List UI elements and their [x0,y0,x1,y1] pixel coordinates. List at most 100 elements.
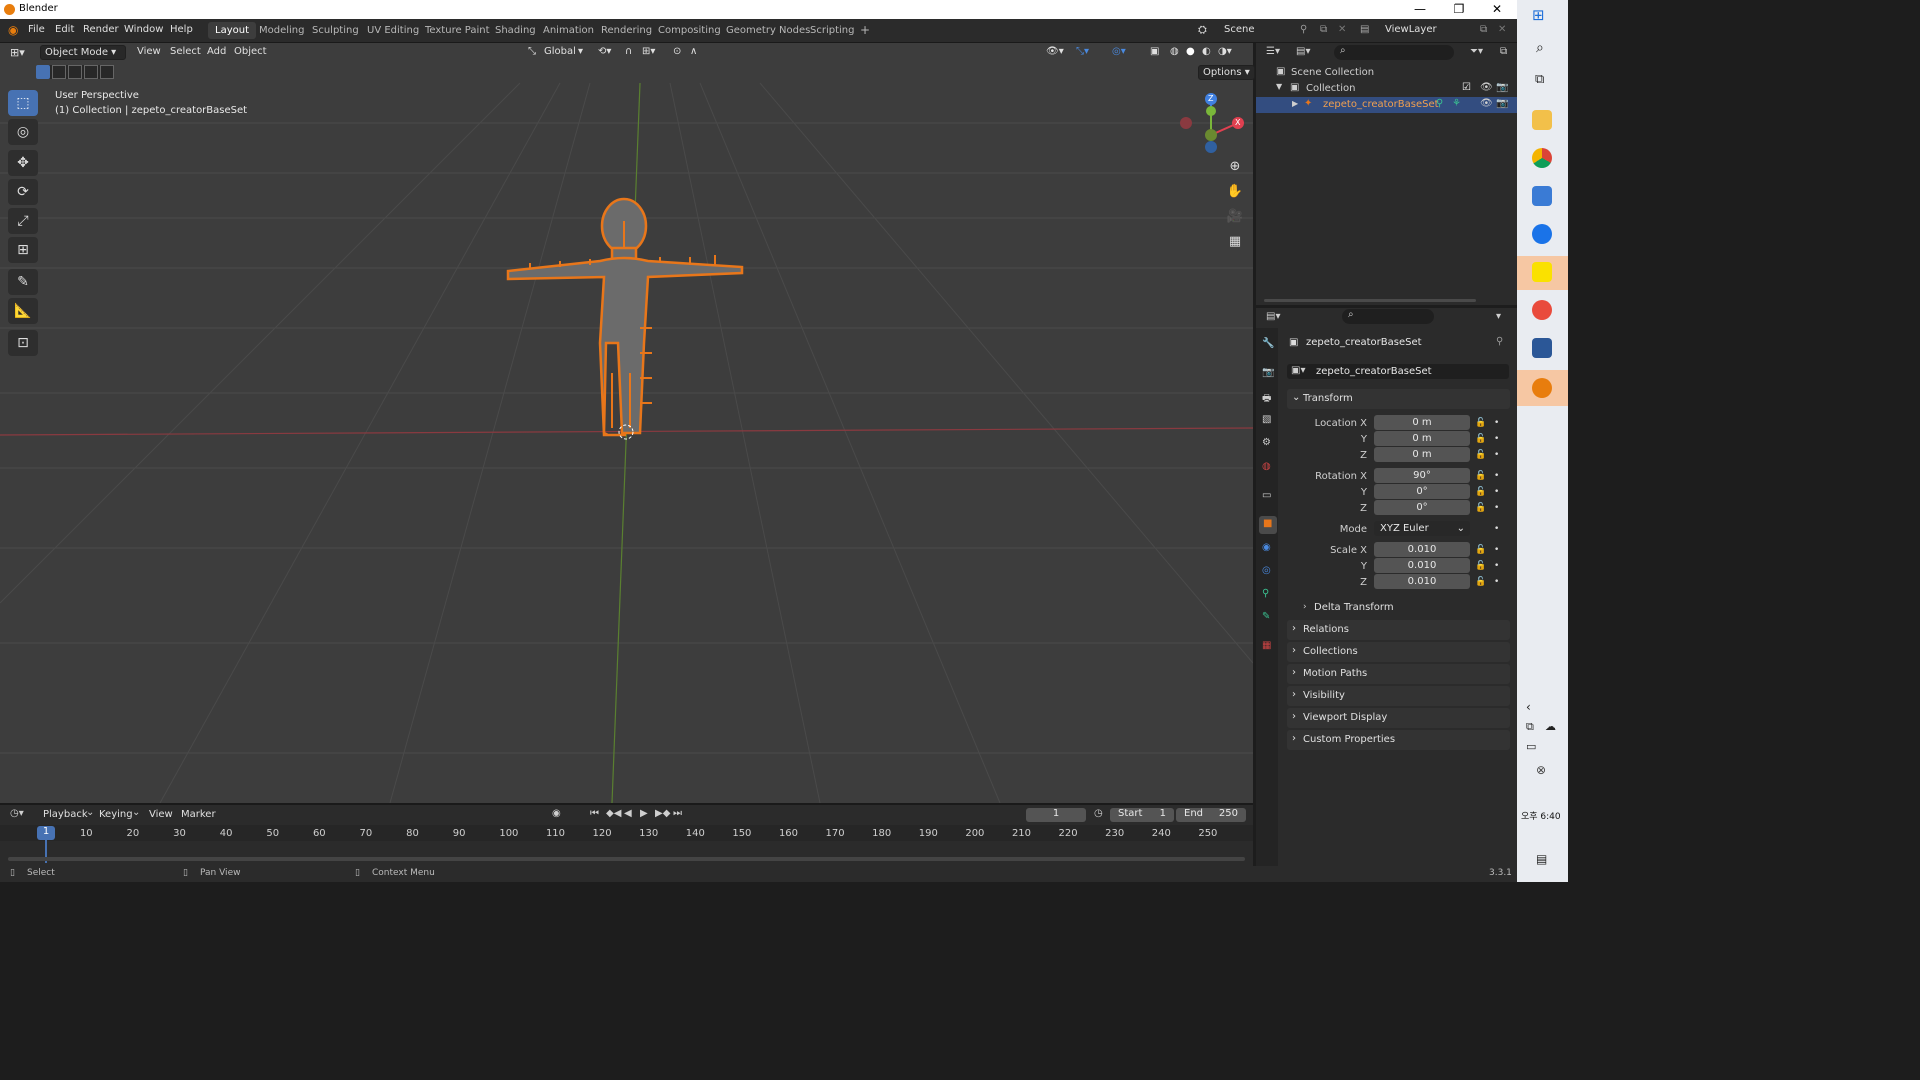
scale-y-field[interactable]: 0.010 [1374,558,1470,573]
wireframe-shading-icon[interactable]: ◍ [1170,46,1179,57]
end-frame-field[interactable]: End 250 [1176,808,1246,822]
network-icon[interactable]: ☁ [1545,720,1556,733]
outliner-row-collection[interactable]: ▼ ▣ Collection ☑ 👁 📷 [1256,81,1517,97]
tab-modeling[interactable]: Modeling [252,22,312,39]
scale-z-field[interactable]: 0.010 [1374,574,1470,589]
eye-icon[interactable]: 👁 [1480,98,1493,109]
timeline-menu-view[interactable]: View [149,809,173,820]
object-name-field[interactable]: ▣▾ zepeto_creatorBaseSet [1287,364,1509,379]
task-view-icon[interactable]: ⧉ [1535,72,1544,87]
properties-options-icon[interactable]: ▾ [1496,311,1501,322]
action-center-icon[interactable]: ▤ [1536,852,1547,866]
keyframe-dot-icon[interactable]: • [1494,545,1499,555]
properties-editor-icon[interactable]: ▤▾ [1266,311,1280,322]
bone-tab-icon[interactable]: ✎ [1262,611,1270,622]
minimize-button[interactable]: — [1410,2,1430,16]
scene-tab-icon[interactable]: ⚙ [1262,437,1271,448]
scene-name[interactable]: Scene [1224,24,1255,35]
tab-compositing[interactable]: Compositing [651,22,728,39]
keyframe-dot-icon[interactable]: • [1494,577,1499,587]
scale-tool-icon[interactable]: ⤢ [8,208,38,234]
tab-rendering[interactable]: Rendering [594,22,659,39]
menu-help[interactable]: Help [170,24,193,35]
current-frame-field[interactable]: 1 [1026,808,1086,822]
overlay-toggle-icon[interactable]: ◎▾ [1112,46,1126,57]
relations-panel-header[interactable]: › Relations [1287,620,1510,640]
display-mode-icon[interactable]: ▤▾ [1296,46,1310,57]
viewlayer-name[interactable]: ViewLayer [1385,24,1437,35]
menu-select[interactable]: Select [170,46,201,57]
calculator-icon[interactable] [1532,186,1552,206]
lock-icon[interactable]: 🔓 [1475,561,1486,571]
modifier-tab-icon[interactable]: ◉ [1262,542,1271,553]
lock-icon[interactable]: 🔓 [1475,545,1486,555]
motion-paths-panel-header[interactable]: › Motion Paths [1287,664,1510,684]
camera-icon[interactable]: 📷 [1496,98,1508,109]
remove-scene-icon[interactable]: ✕ [1338,24,1346,35]
lock-icon[interactable]: 🔓 [1475,503,1486,513]
keyframe-dot-icon[interactable]: • [1494,471,1499,481]
preview-range-icon[interactable]: ◷ [1094,808,1103,819]
chrome-icon[interactable] [1532,148,1552,168]
pin-icon[interactable]: ⚲ [1496,336,1503,347]
add-workspace-button[interactable]: + [853,20,877,40]
outliner-scrollbar[interactable] [1264,299,1476,302]
solid-shading-icon[interactable]: ● [1186,46,1195,57]
pan-hand-icon[interactable]: ✋ [1223,181,1247,203]
chevron-left-icon[interactable]: ‹ [1526,700,1531,714]
timeline-menu-playback[interactable]: Playback [43,809,88,820]
scale-x-field[interactable]: 0.010 [1374,542,1470,557]
keyframe-dot-icon[interactable]: • [1494,487,1499,497]
menu-render[interactable]: Render [83,24,119,35]
rotation-mode-dropdown[interactable]: XYZ Euler ⌄ [1374,521,1470,536]
cursor-tool-icon[interactable]: ◎ [8,119,38,145]
word-icon[interactable] [1532,338,1552,358]
keyframe-dot-icon[interactable]: • [1494,450,1499,460]
timeline-editor[interactable]: ◷▾ Playback ⌄ Keying ⌄ View Marker ◉ ⏮ ◆… [0,803,1253,866]
annotate-tool-icon[interactable]: ✎ [8,269,38,295]
app-icon[interactable] [1532,224,1552,244]
keyframe-dot-icon[interactable]: • [1494,418,1499,428]
new-viewlayer-icon[interactable]: ⧉ [1480,24,1487,35]
xray-icon[interactable]: ▣ [1150,46,1159,57]
select-new-icon[interactable] [36,65,50,79]
snap-target-icon[interactable]: ⊞▾ [642,46,655,57]
outliner-search-input[interactable]: ⌕ [1334,45,1454,60]
scene-icon[interactable]: ⛭ [1198,23,1207,37]
add-cube-tool-icon[interactable]: ⊡ [8,330,38,356]
keyframe-dot-icon[interactable]: • [1494,434,1499,444]
rotation-y-field[interactable]: 0° [1374,484,1470,499]
windows-start-icon[interactable]: ⊞ [1532,6,1545,24]
notification-off-icon[interactable]: ⊗ [1536,763,1546,777]
orientation-dropdown[interactable]: Global [544,46,576,57]
record-icon[interactable]: ◉ [552,808,561,819]
menu-view[interactable]: View [137,46,161,57]
keyframe-dot-icon[interactable]: • [1494,503,1499,513]
object-data-tab-icon[interactable]: ⚲ [1262,588,1269,599]
physics-tab-icon[interactable]: ◎ [1262,565,1271,576]
transform-panel-header[interactable]: ⌄ Transform [1287,389,1510,409]
pivot-icon[interactable]: ⟲▾ [598,46,611,57]
blender-menu-icon[interactable]: ◉ [8,23,18,37]
select-extend-icon[interactable] [52,65,66,79]
keyframe-dot-icon[interactable]: • [1494,524,1499,534]
prev-keyframe-icon[interactable]: ◆◀ [606,808,621,819]
jump-start-icon[interactable]: ⏮ [590,808,599,819]
playhead[interactable]: 1 [37,826,55,840]
object-type-icon[interactable]: ▣▾ [1291,365,1305,376]
jump-end-icon[interactable]: ⏭ [673,808,682,819]
collections-panel-header[interactable]: › Collections [1287,642,1510,662]
location-x-field[interactable]: 0 m [1374,415,1470,430]
timeline-scrollbar[interactable] [8,857,1245,861]
object-tab-icon[interactable]: ■ [1259,516,1277,534]
lock-icon[interactable]: 🔓 [1475,450,1486,460]
view-layer-tab-icon[interactable]: ▧ [1262,414,1271,425]
play-icon[interactable]: ▶ [640,808,648,819]
timeline-menu-marker[interactable]: Marker [181,809,216,820]
tab-shading[interactable]: Shading [488,22,543,39]
select-intersect-icon[interactable] [100,65,114,79]
close-button[interactable]: ✕ [1487,2,1507,16]
tab-uv-editing[interactable]: UV Editing [360,22,426,39]
visibility-icon[interactable]: 👁▾ [1046,46,1064,57]
menu-file[interactable]: File [28,24,45,35]
